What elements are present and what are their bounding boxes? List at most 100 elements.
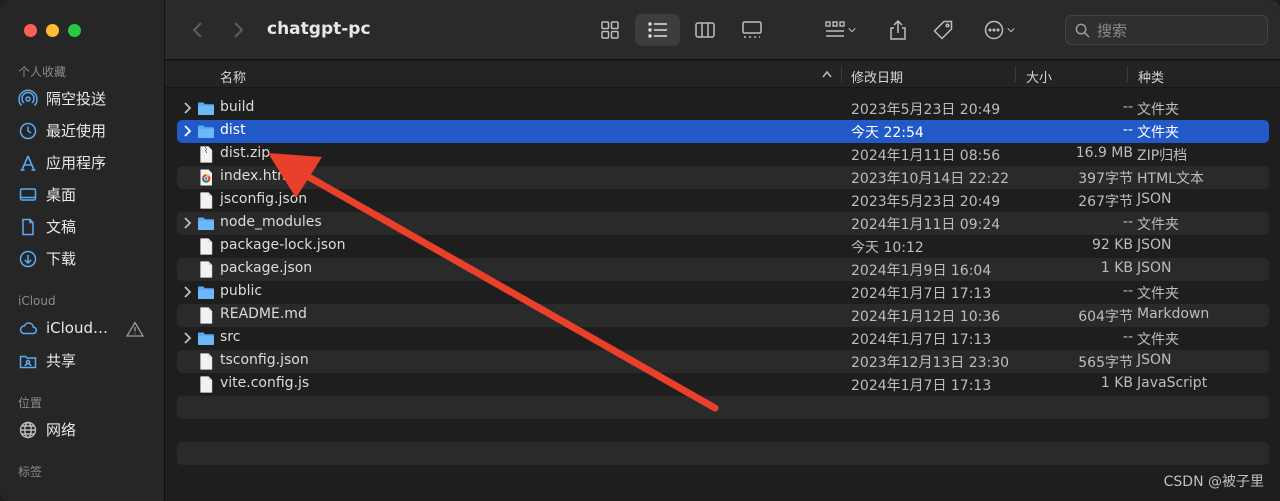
zip-file-icon [200,146,213,163]
file-date: 2024年1月11日 09:24 [851,217,1001,233]
search-placeholder: 搜索 [1097,21,1128,40]
more-actions-button[interactable] [977,14,1023,46]
column-name[interactable]: 名称 [220,67,246,86]
column-divider[interactable] [841,66,842,82]
file-row[interactable]: index.html 2023年10月14日 22:22 397字节 HTML文本 [177,166,1269,189]
file-kind: ZIP归档 [1137,148,1188,164]
file-name: node_modules [220,214,322,230]
file-row[interactable]: package.json 2024年1月9日 16:04 1 KB JSON [177,258,1269,281]
file-row[interactable]: src 2024年1月7日 17:13 -- 文件夹 [177,327,1269,350]
file-date: 2024年1月11日 08:56 [851,148,1001,164]
disclosure-chevron-icon[interactable] [182,331,192,345]
sidebar: 个人收藏 隔空投送 最近使用 应用程序 桌面 文稿 下载 iCloud iClo… [0,0,165,501]
tag-button[interactable] [927,14,959,46]
file-size: -- [1122,214,1133,230]
column-view-button[interactable] [685,14,725,46]
sidebar-item-downloads[interactable]: 下载 [18,248,158,269]
list-view-button[interactable] [635,14,680,46]
file-date: 2024年1月7日 17:13 [851,332,992,348]
search-field[interactable]: 搜索 [1065,15,1268,45]
file-name: tsconfig.json [220,352,309,368]
document-file-icon [200,192,213,209]
file-row[interactable]: node_modules 2024年1月11日 09:24 -- 文件夹 [177,212,1269,235]
file-row[interactable]: dist 今天 22:54 -- 文件夹 [177,120,1269,143]
column-size[interactable]: 大小 [1026,67,1052,86]
watermark: CSDN @被子里 [1163,474,1264,490]
applications-icon [20,155,36,171]
file-name: dist.zip [220,145,271,161]
file-date: 2024年1月7日 17:13 [851,378,992,394]
file-row[interactable]: jsconfig.json 2023年5月23日 20:49 267字节 JSON [177,189,1269,212]
column-date[interactable]: 修改日期 [851,67,903,86]
window-controls [24,24,81,37]
download-icon [19,250,37,267]
file-kind: Markdown [1137,306,1210,322]
sort-ascending-icon[interactable] [821,69,833,79]
sidebar-item-label: 桌面 [46,186,77,204]
column-view-icon [695,22,715,38]
file-kind: 文件夹 [1137,125,1179,141]
sidebar-item-label: 网络 [46,421,77,439]
sidebar-item-applications[interactable]: 应用程序 [18,152,158,173]
file-name: index.html [220,168,295,184]
document-icon [22,218,34,235]
forward-button[interactable] [225,14,251,46]
file-row[interactable]: vite.config.js 2024年1月7日 17:13 1 KB JavaScr… [177,373,1269,396]
back-button[interactable] [185,14,211,46]
file-size: 565字节 [1078,355,1133,371]
file-name: build [220,99,255,115]
file-size: 1 KB [1100,375,1133,391]
file-row[interactable]: package-lock.json 今天 10:12 92 KB JSON [177,235,1269,258]
file-row[interactable]: README.md 2024年1月12日 10:36 604字节 Markdown [177,304,1269,327]
more-icon [984,20,1004,40]
group-by-button[interactable] [817,14,865,46]
empty-row [177,465,1269,488]
sidebar-item-shared[interactable]: 共享 [18,350,158,371]
sidebar-item-label: iCloud… [46,319,109,337]
file-date: 2024年1月12日 10:36 [851,309,1001,325]
sidebar-item-airdrop[interactable]: 隔空投送 [18,88,158,109]
disclosure-chevron-icon[interactable] [182,216,192,230]
file-row[interactable]: public 2024年1月7日 17:13 -- 文件夹 [177,281,1269,304]
gallery-view-button[interactable] [732,14,772,46]
sidebar-item-network[interactable]: 网络 [18,419,158,440]
share-button[interactable] [883,14,913,46]
file-date: 2023年10月14日 22:22 [851,171,1010,187]
folder-icon [198,286,214,299]
sidebar-item-label: 下载 [46,250,77,268]
disclosure-chevron-icon[interactable] [182,285,192,299]
disclosure-chevron-icon[interactable] [182,124,192,138]
close-button[interactable] [24,24,37,37]
file-date: 2023年5月23日 20:49 [851,102,1001,118]
file-row[interactable]: tsconfig.json 2023年12月13日 23:30 565字节 JSON [177,350,1269,373]
minimize-button[interactable] [46,24,59,37]
file-size: 604字节 [1078,309,1133,325]
zoom-button[interactable] [68,24,81,37]
disclosure-chevron-icon[interactable] [182,101,192,115]
sidebar-item-label: 共享 [46,352,77,370]
column-divider[interactable] [1127,66,1128,82]
file-size: -- [1122,329,1133,345]
file-row[interactable]: dist.zip 2024年1月11日 08:56 16.9 MB ZIP归档 [177,143,1269,166]
file-row[interactable]: build 2023年5月23日 20:49 -- 文件夹 [177,97,1269,120]
file-date: 2023年12月13日 23:30 [851,355,1010,371]
file-list: build 2023年5月23日 20:49 -- 文件夹 dist 今天 22:54 --… [177,97,1269,488]
file-name: src [220,329,241,345]
file-name: vite.config.js [220,375,310,391]
column-kind[interactable]: 种类 [1138,67,1164,86]
sidebar-item-label: 隔空投送 [46,90,107,108]
list-view-icon [647,22,667,38]
sidebar-item-recents[interactable]: 最近使用 [18,120,158,141]
sidebar-item-documents[interactable]: 文稿 [18,216,158,237]
sidebar-item-desktop[interactable]: 桌面 [18,184,158,205]
file-kind: JSON [1137,237,1172,253]
file-size: 92 KB [1091,237,1133,253]
sidebar-item-label: 最近使用 [46,122,107,140]
file-name: README.md [220,306,307,322]
empty-row [177,419,1269,442]
icon-view-button[interactable] [590,14,630,46]
file-kind: JSON [1137,260,1172,276]
share-icon [890,19,906,40]
column-divider[interactable] [1015,66,1016,82]
warning-icon[interactable] [126,321,144,337]
